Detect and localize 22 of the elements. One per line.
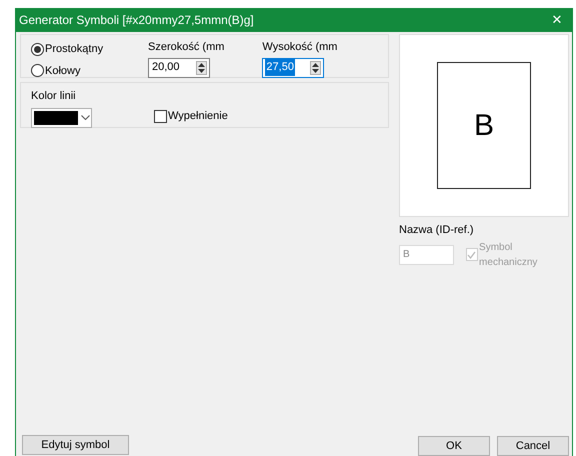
field-label: Wysokość (mm: [262, 40, 338, 55]
cancel-button[interactable]: Cancel: [497, 436, 569, 456]
checkbox[interactable]: [154, 110, 167, 123]
field-label: Szerokość (mm: [148, 40, 224, 55]
ok-button[interactable]: OK: [418, 436, 490, 456]
number-field[interactable]: 20,00: [148, 58, 210, 78]
chevron-down-icon: [81, 115, 90, 120]
name-field[interactable]: B: [399, 244, 454, 264]
field-label: Kolor linii: [31, 89, 77, 104]
spin-arrows-icon[interactable]: [196, 60, 207, 74]
color-dropdown[interactable]: [31, 108, 92, 128]
symbol-preview: B: [437, 62, 531, 189]
field-label: Nazwa (ID-ref.): [399, 223, 475, 238]
spin-arrows-icon[interactable]: [310, 60, 322, 74]
window-title: Generator Symboli [#x20mmy27,5mmn(B)g]: [19, 12, 254, 29]
radio-button[interactable]: Prostokątny: [31, 41, 148, 58]
radio-button[interactable]: Kołowy: [31, 62, 148, 79]
edit-symbol-button[interactable]: Edytuj symbol: [22, 435, 129, 456]
number-field[interactable]: 27,50: [262, 58, 324, 78]
checkbox-label: Symbol mechaniczny: [479, 240, 538, 270]
close-button[interactable]: ✕: [542, 8, 572, 32]
checkbox-label: Wypełnienie: [168, 109, 228, 124]
